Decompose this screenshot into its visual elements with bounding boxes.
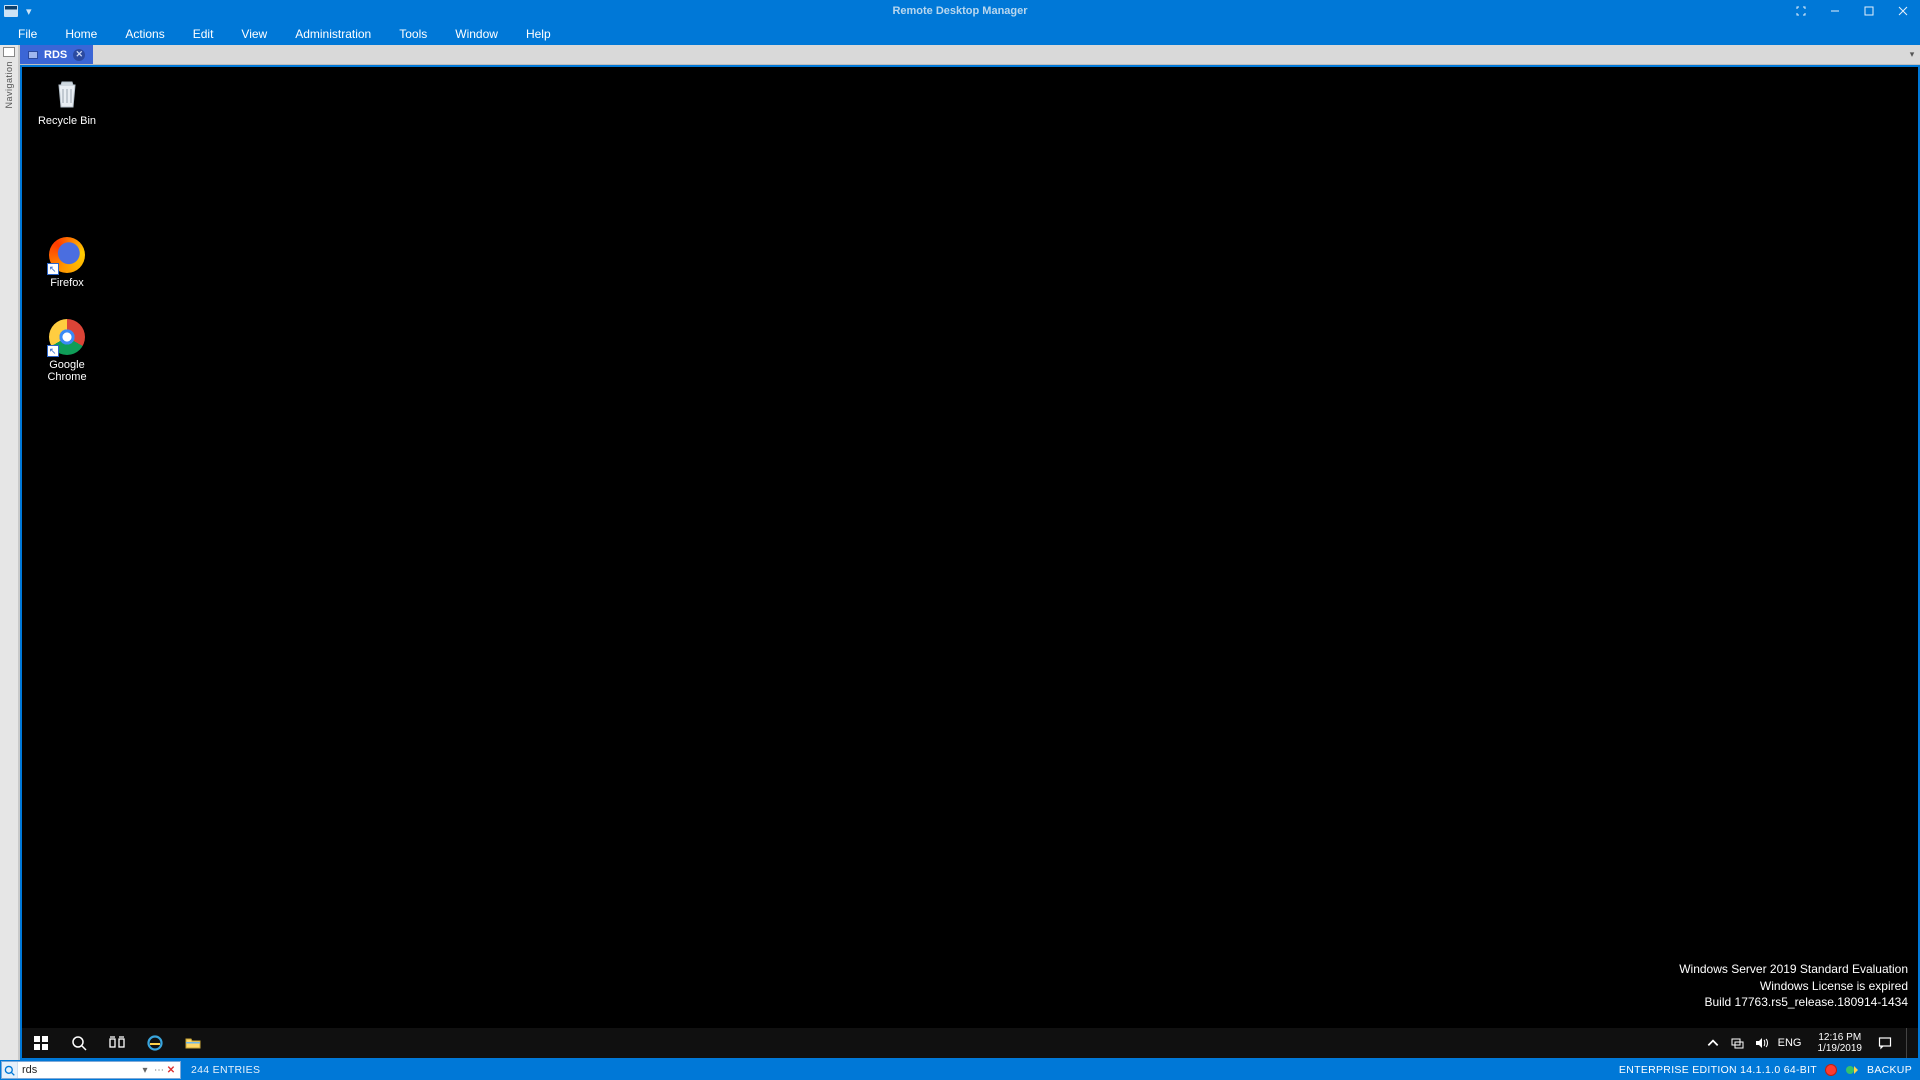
menu-view[interactable]: View — [227, 23, 281, 45]
session-tab-rds[interactable]: RDS ✕ — [20, 45, 93, 64]
app-title: Remote Desktop Manager — [892, 5, 1027, 17]
watermark-line: Windows License is expired — [1679, 978, 1908, 994]
shortcut-badge-icon — [47, 345, 59, 357]
shortcut-badge-icon — [47, 263, 59, 275]
taskbar-app-ie[interactable] — [136, 1028, 174, 1058]
taskbar-time: 12:16 PM — [1818, 1032, 1863, 1044]
titlebar-dropdown[interactable]: ▾ — [26, 5, 32, 18]
backup-label[interactable]: BACKUP — [1867, 1064, 1912, 1076]
menubar: File Home Actions Edit View Administrati… — [0, 22, 1920, 45]
minimize-button[interactable] — [1818, 0, 1852, 22]
edition-label: ENTERPRISE EDITION 14.1.1.0 64-BIT — [1619, 1064, 1817, 1076]
task-view-button[interactable] — [98, 1028, 136, 1058]
desktop-icon-label: Google Chrome — [30, 359, 104, 383]
watermark-line: Build 17763.rs5_release.180914-1434 — [1679, 994, 1908, 1010]
tab-overflow-button[interactable]: ▾ — [1904, 45, 1920, 64]
chrome-icon — [49, 319, 85, 355]
maximize-button[interactable] — [1852, 0, 1886, 22]
start-button[interactable] — [22, 1028, 60, 1058]
menu-window[interactable]: Window — [441, 23, 512, 45]
tab-strip: RDS ✕ ▾ — [20, 45, 1920, 65]
menu-edit[interactable]: Edit — [179, 23, 228, 45]
desktop-icon-recycle-bin[interactable]: Recycle Bin — [30, 75, 104, 127]
network-icon[interactable] — [1730, 1036, 1744, 1050]
menu-file[interactable]: File — [4, 23, 51, 45]
app-icon — [4, 5, 18, 17]
remote-session-viewport[interactable]: Recycle Bin Firefox Goog — [20, 65, 1920, 1060]
taskbar-app-explorer[interactable] — [174, 1028, 212, 1058]
desktop-icon-label: Recycle Bin — [30, 115, 104, 127]
taskbar-date: 1/19/2019 — [1818, 1043, 1863, 1055]
session-tab-label: RDS — [44, 49, 67, 61]
close-button[interactable] — [1886, 0, 1920, 22]
tab-close-button[interactable]: ✕ — [73, 49, 85, 61]
search-button[interactable] — [60, 1028, 98, 1058]
search-dropdown-button[interactable]: ▾ — [138, 1065, 152, 1076]
desktop-icon-label: Firefox — [30, 277, 104, 289]
tray-overflow-button[interactable] — [1706, 1036, 1720, 1050]
menu-help[interactable]: Help — [512, 23, 565, 45]
taskbar-clock[interactable]: 12:16 PM 1/19/2019 — [1812, 1032, 1869, 1055]
menu-actions[interactable]: Actions — [111, 23, 178, 45]
fullscreen-button[interactable] — [1784, 0, 1818, 22]
volume-icon[interactable] — [1754, 1036, 1768, 1050]
statusbar: ▾ ⋯ ✕ 244 ENTRIES ENTERPRISE EDITION 14.… — [0, 1060, 1920, 1080]
recycle-bin-icon — [49, 75, 85, 111]
remote-desktop-icons: Recycle Bin Firefox Goog — [30, 75, 104, 383]
backup-icon — [1845, 1063, 1859, 1077]
search-clear-button[interactable]: ✕ — [166, 1065, 180, 1076]
navigation-rail-label: Navigation — [4, 61, 14, 109]
navigation-rail[interactable]: Navigation — [0, 45, 19, 1060]
titlebar: ▾ Remote Desktop Manager — [0, 0, 1920, 22]
menu-home[interactable]: Home — [51, 23, 111, 45]
action-center-icon[interactable] — [1878, 1036, 1892, 1050]
statusbar-search: ▾ ⋯ ✕ — [1, 1061, 181, 1079]
menu-tools[interactable]: Tools — [385, 23, 441, 45]
show-desktop-button[interactable] — [1906, 1028, 1912, 1058]
desktop-icon-firefox[interactable]: Firefox — [30, 237, 104, 289]
monitor-icon — [28, 51, 38, 59]
desktop-icon-chrome[interactable]: Google Chrome — [30, 319, 104, 383]
entry-count: 244 ENTRIES — [181, 1064, 270, 1076]
navigation-rail-icon — [3, 47, 15, 57]
windows-watermark: Windows Server 2019 Standard Evaluation … — [1679, 961, 1908, 1010]
firefox-icon — [49, 237, 85, 273]
search-icon — [2, 1062, 18, 1078]
language-indicator[interactable]: ENG — [1778, 1037, 1802, 1049]
search-options-button[interactable]: ⋯ — [152, 1065, 166, 1076]
remote-taskbar: ENG 12:16 PM 1/19/2019 — [22, 1028, 1918, 1058]
status-indicator-icon[interactable] — [1825, 1064, 1837, 1076]
watermark-line: Windows Server 2019 Standard Evaluation — [1679, 961, 1908, 977]
menu-administration[interactable]: Administration — [281, 23, 385, 45]
statusbar-search-input[interactable] — [18, 1062, 138, 1078]
